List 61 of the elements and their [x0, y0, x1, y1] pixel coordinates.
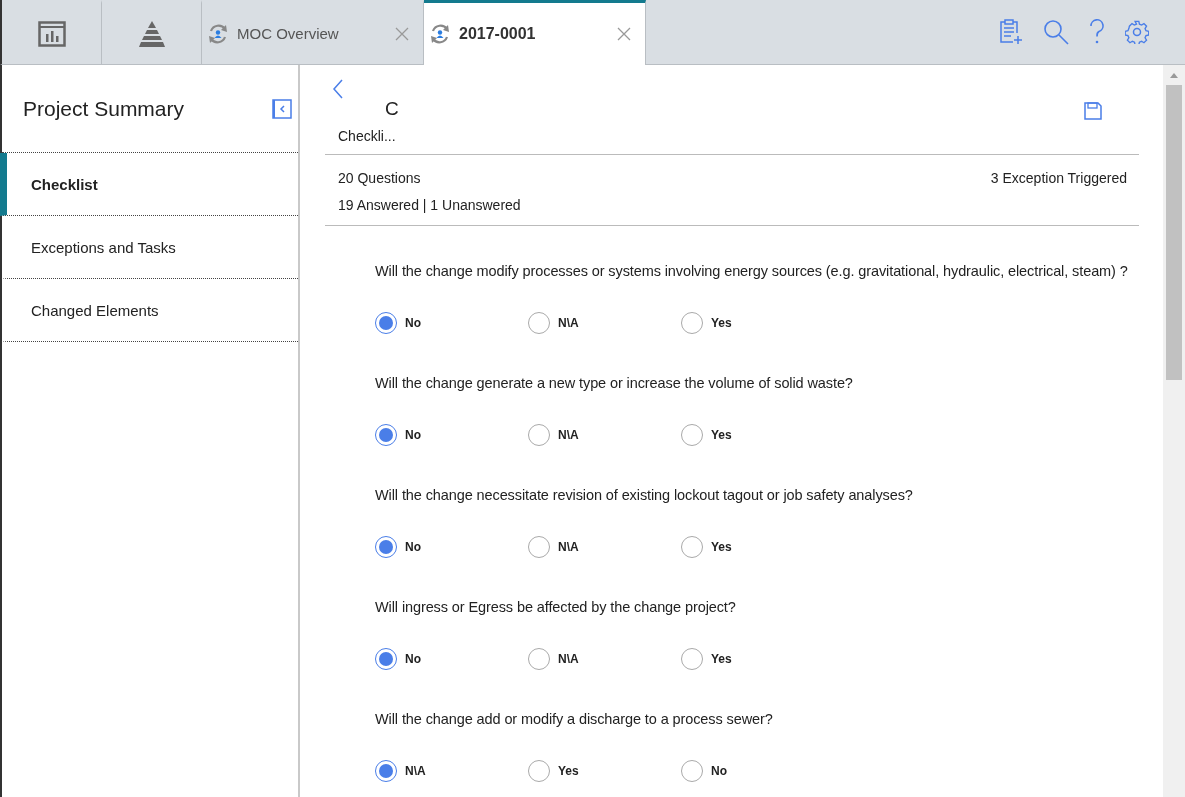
- option-label[interactable]: No: [711, 764, 727, 778]
- collapse-icon[interactable]: [272, 98, 292, 119]
- sync-person-icon: [429, 23, 451, 45]
- back-icon[interactable]: [332, 79, 344, 99]
- option-label[interactable]: N\A: [558, 316, 579, 330]
- option-label[interactable]: Yes: [711, 540, 732, 554]
- save-icon[interactable]: [1084, 102, 1102, 120]
- exception-count: 3 Exception Triggered: [990, 169, 1127, 188]
- search-icon[interactable]: [1043, 19, 1069, 45]
- record-subtitle: Checkli...: [338, 128, 396, 144]
- answer-summary: 19 Answered | 1 Unanswered: [338, 196, 522, 215]
- record-title: C: [385, 98, 399, 120]
- sidebar-title: Project Summary: [23, 96, 185, 121]
- option-label[interactable]: N\A: [405, 764, 426, 778]
- help-icon[interactable]: [1089, 19, 1105, 45]
- option-label[interactable]: Yes: [711, 428, 732, 442]
- option-label[interactable]: Yes: [711, 316, 732, 330]
- report-icon: [37, 20, 66, 47]
- radio-button[interactable]: [528, 424, 550, 446]
- tab-label: 2017-0001: [459, 25, 537, 43]
- radio-button[interactable]: [681, 312, 703, 334]
- question-text: Will the change modify processes or systems involving energy sources (e.g. gravitational, hydraulic, electrical, steam) ?: [375, 262, 1129, 281]
- radio-button[interactable]: [681, 648, 703, 670]
- sync-person-icon: [207, 22, 229, 45]
- radio-button[interactable]: [375, 760, 397, 782]
- option-label[interactable]: Yes: [558, 764, 579, 778]
- option-label[interactable]: Yes: [711, 652, 732, 666]
- option-label[interactable]: N\A: [558, 540, 579, 554]
- radio-button[interactable]: [375, 312, 397, 334]
- question-text: Will ingress or Egress be affected by the change project?: [375, 598, 737, 617]
- tab-label: MOC Overview: [237, 25, 340, 42]
- option-label[interactable]: No: [405, 540, 421, 554]
- radio-button[interactable]: [681, 760, 703, 782]
- option-label[interactable]: N\A: [558, 652, 579, 666]
- document-tab[interactable]: 2017-0001: [424, 0, 646, 65]
- sidebar-item[interactable]: Exceptions and Tasks: [0, 216, 298, 279]
- radio-button[interactable]: [681, 424, 703, 446]
- radio-button[interactable]: [528, 536, 550, 558]
- radio-button[interactable]: [528, 760, 550, 782]
- option-label[interactable]: N\A: [558, 428, 579, 442]
- radio-button[interactable]: [528, 312, 550, 334]
- question-count: 20 Questions: [338, 169, 422, 188]
- scrollbar[interactable]: [1163, 65, 1185, 797]
- sidebar-item[interactable]: Changed Elements: [0, 279, 298, 342]
- radio-button[interactable]: [375, 536, 397, 558]
- clipboard-add-icon[interactable]: [999, 19, 1023, 45]
- pyramid-icon: [136, 19, 167, 48]
- close-icon[interactable]: [617, 27, 631, 41]
- close-icon[interactable]: [395, 26, 409, 41]
- question-text: Will the change generate a new type or increase the volume of solid waste?: [375, 374, 854, 393]
- settings-icon[interactable]: [1125, 20, 1149, 44]
- option-label[interactable]: No: [405, 316, 421, 330]
- scroll-up-icon[interactable]: [1169, 71, 1179, 81]
- radio-button[interactable]: [528, 648, 550, 670]
- option-label[interactable]: No: [405, 652, 421, 666]
- question-text: Will the change add or modify a discharge to a process sewer?: [375, 710, 774, 729]
- option-label[interactable]: No: [405, 428, 421, 442]
- radio-button[interactable]: [681, 536, 703, 558]
- radio-button[interactable]: [375, 424, 397, 446]
- radio-button[interactable]: [375, 648, 397, 670]
- question-text: Will the change necessitate revision of existing lockout tagout or job safety analyses?: [375, 486, 914, 505]
